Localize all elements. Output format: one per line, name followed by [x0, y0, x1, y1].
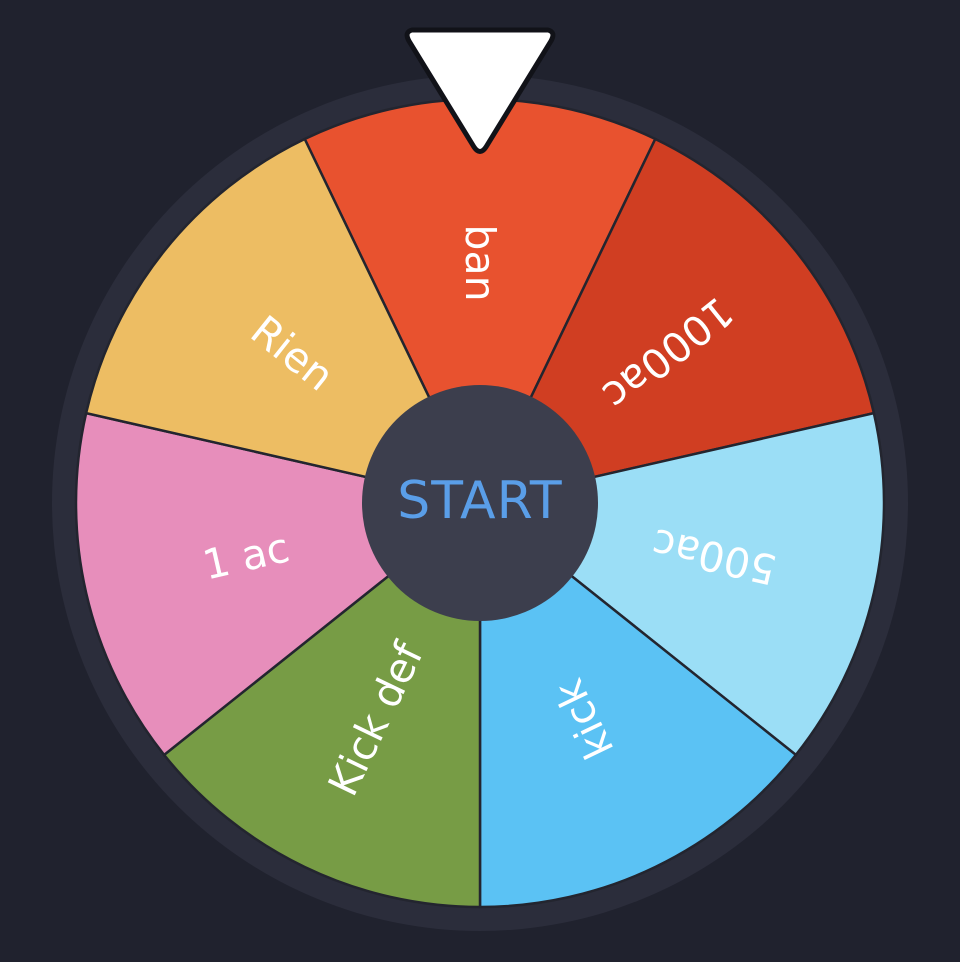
spin-wheel-game: ban 1000ac 500ac kick Kick def 1 ac Rien START — [0, 0, 960, 962]
start-button-label: START — [397, 471, 562, 531]
wheel-segment-label: ban — [456, 224, 504, 301]
start-button[interactable]: START — [362, 385, 598, 621]
spin-wheel[interactable]: ban1000ac500ackickKick def1 acRien START — [0, 0, 960, 962]
